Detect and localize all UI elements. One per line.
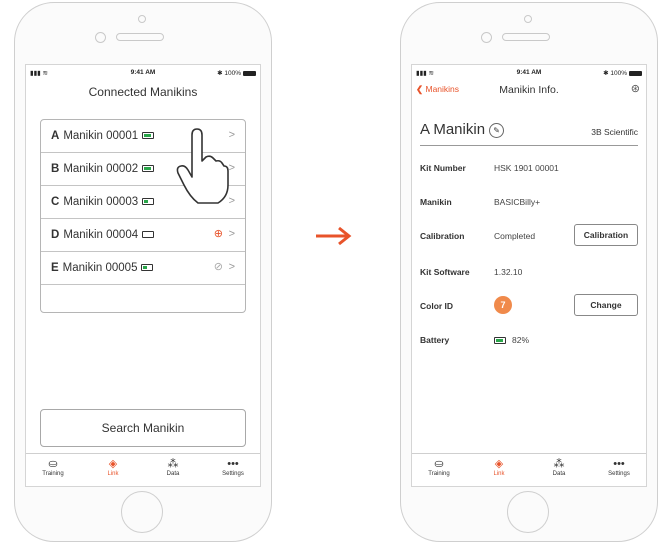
manikin-letter: E: [51, 262, 59, 274]
field-label: Calibration: [420, 231, 465, 241]
home-button[interactable]: [121, 491, 163, 533]
field-value: Completed: [494, 231, 536, 241]
edit-pencil-icon[interactable]: ✎: [489, 122, 505, 138]
tab-bar: ⛀ Training ◈ Link ⁂ Data ••• Settings: [412, 453, 646, 486]
manikin-name: Manikin 00002: [63, 163, 139, 175]
status-bar: ▮▮▮ ≋ 9:41 AM ✱ 100%: [26, 69, 260, 79]
change-color-button[interactable]: Change: [574, 294, 638, 316]
field-label: Kit Number: [420, 163, 466, 173]
manikin-letter: C: [51, 196, 60, 208]
field-value: HSK 1901 00001: [494, 163, 559, 173]
tab-training[interactable]: ⛀ Training: [28, 457, 78, 477]
status-bar: ▮▮▮ ≋ 9:41 AM ✱ 100%: [412, 69, 646, 79]
manikin-letter: D: [51, 229, 60, 241]
settings-icon: •••: [613, 458, 625, 470]
tab-label: Link: [107, 471, 119, 477]
chevron-right-icon: >: [228, 228, 235, 240]
tab-label: Training: [42, 471, 64, 477]
data-icon: ⁂: [167, 458, 179, 470]
calibration-button[interactable]: Calibration: [574, 224, 638, 246]
manikin-letter: A: [51, 130, 60, 142]
search-manikin-button[interactable]: Search Manikin: [40, 409, 246, 447]
page-title: Connected Manikins: [88, 85, 198, 99]
battery-icon: [142, 231, 155, 239]
tab-settings[interactable]: ••• Settings: [594, 457, 644, 477]
earpiece-speaker: [502, 33, 550, 41]
training-icon: ⛀: [48, 458, 58, 470]
battery-percent: 100%: [224, 70, 241, 77]
link-icon: ◈: [494, 458, 504, 470]
battery-icon: [629, 70, 642, 76]
screen-manikin-info: ▮▮▮ ≋ 9:41 AM ✱ 100% ❮ Manikins Manikin …: [411, 64, 647, 487]
manikin-name: Manikin 00005: [62, 262, 138, 274]
tab-label: Settings: [222, 471, 244, 477]
sensor-dot: [95, 32, 106, 43]
phone-left: ▮▮▮ ≋ 9:41 AM ✱ 100% Connected Manikins …: [14, 2, 272, 542]
tab-data[interactable]: ⁂ Data: [148, 457, 198, 477]
manikin-row[interactable]: E Manikin 00005 ⊘ >: [41, 252, 245, 285]
tab-label: Data: [552, 471, 566, 477]
battery-icon: [243, 70, 256, 76]
chevron-right-icon: >: [228, 261, 235, 273]
manikin-name: Manikin 00004: [63, 229, 139, 241]
earpiece-speaker: [116, 33, 164, 41]
manikin-name: A Manikin: [420, 121, 486, 138]
front-camera: [138, 15, 146, 23]
tab-link[interactable]: ◈ Link: [88, 457, 138, 477]
battery-icon: [142, 198, 155, 206]
manikin-name: Manikin 00001: [63, 130, 139, 142]
sensor-dot: [481, 32, 492, 43]
tab-link[interactable]: ◈ Link: [474, 457, 524, 477]
manikin-settings-icon[interactable]: ⊛: [631, 82, 640, 95]
no-signal-icon: ⊘: [213, 261, 223, 273]
manikin-row[interactable]: D Manikin 00004 ⊕ >: [41, 219, 245, 252]
manikin-name-heading: A Manikin ✎: [420, 121, 505, 138]
tab-data[interactable]: ⁂ Data: [534, 457, 584, 477]
target-icon: ⊕: [213, 228, 223, 240]
tab-bar: ⛀ Training ◈ Link ⁂ Data ••• Settings: [26, 453, 260, 486]
field-label: Battery: [420, 335, 450, 345]
battery-icon: [142, 132, 155, 140]
tab-training[interactable]: ⛀ Training: [414, 457, 464, 477]
battery-value: 82%: [512, 335, 530, 345]
data-icon: ⁂: [553, 458, 565, 470]
battery-icon: [494, 337, 506, 345]
color-id-badge: 7: [494, 296, 512, 314]
battery-status: ✱ 100%: [217, 69, 256, 77]
divider: [420, 145, 638, 146]
tab-label: Data: [166, 471, 180, 477]
arrow-right-icon: [316, 226, 352, 246]
battery-status: ✱ 100%: [603, 69, 642, 77]
tab-settings[interactable]: ••• Settings: [208, 457, 258, 477]
settings-icon: •••: [227, 458, 239, 470]
tab-label: Link: [493, 471, 505, 477]
manikin-letter: B: [51, 163, 60, 175]
phone-right: ▮▮▮ ≋ 9:41 AM ✱ 100% ❮ Manikins Manikin …: [400, 2, 658, 542]
tab-label: Settings: [608, 471, 630, 477]
battery-icon: [141, 264, 154, 272]
screen-connected-manikins: ▮▮▮ ≋ 9:41 AM ✱ 100% Connected Manikins …: [25, 64, 261, 487]
tab-label: Training: [428, 471, 450, 477]
manikin-name: Manikin 00003: [63, 196, 139, 208]
link-icon: ◈: [108, 458, 118, 470]
brand-label: 3B Scientific: [591, 127, 638, 137]
hand-pointer-icon: [176, 128, 229, 204]
field-value: BASICBilly+: [494, 197, 541, 207]
field-value: 1.32.10: [494, 267, 523, 277]
battery-percent: 100%: [610, 70, 627, 77]
home-button[interactable]: [507, 491, 549, 533]
field-label: Kit Software: [420, 267, 470, 277]
front-camera: [524, 15, 532, 23]
field-label: Color ID: [420, 301, 454, 311]
battery-icon: [142, 165, 155, 173]
training-icon: ⛀: [434, 458, 444, 470]
field-label: Manikin: [420, 197, 452, 207]
page-title: Manikin Info.: [499, 84, 559, 96]
